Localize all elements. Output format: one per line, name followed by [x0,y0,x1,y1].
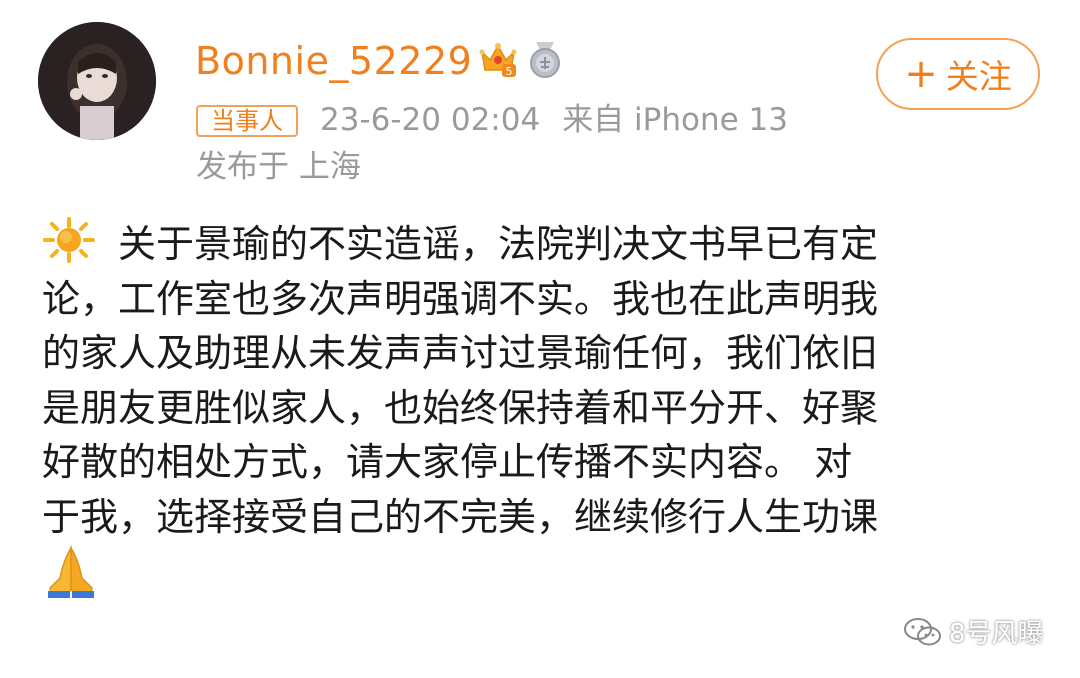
watermark-text: 8号风曝 [949,619,1044,649]
pray-icon [48,545,94,598]
follow-button[interactable]: + 关注 [876,38,1040,110]
sun-icon [43,217,95,263]
post-line: 于我，选择接受自己的不完美，继续修行人生功课 [42,490,1042,545]
post-line: 论，工作室也多次声明强调不实。我也在此声明我 [42,272,1042,327]
post-text-line: 于我，选择接受自己的不完美，继续修行人生功课 [42,494,879,539]
post-text-line: 好散的相处方式，请大家停止传播不实内容。 对 [42,440,853,484]
post-location: 发布于 上海 [196,149,361,185]
avatar[interactable] [38,22,156,140]
watermark: 8号风曝 [903,613,1044,650]
wechat-icon [904,617,941,645]
post-line: 关于景瑜的不实造谣，法院判决文书早已有定 [42,217,1042,272]
post-text-line: 的家人及助理从未发声声讨过景瑜任何，我们依旧 [42,331,879,375]
crown-icon: 5 [479,43,517,78]
plus-icon: + [904,51,938,97]
post-text-line: 论，工作室也多次声明强调不实。我也在此声明我 [42,276,879,321]
timestamp: 23-6-20 02:04 [320,102,541,138]
post-line [42,544,1042,599]
post-text-line: 关于景瑜的不实造谣，法院判决文书早已有定 [118,222,879,266]
follow-button-label: 关注 [945,57,1012,96]
source-device: 来自 iPhone 13 [562,102,788,138]
crown-badge-level: 5 [506,65,513,78]
post-line: 好散的相处方式，请大家停止传播不实内容。 对 [42,435,1042,490]
post-body: 关于景瑜的不实造谣，法院判决文书早已有定 论，工作室也多次声明强调不实。我也在此… [42,217,1042,599]
party-tag: 当事人 [196,105,298,137]
post-line: 的家人及助理从未发声声讨过景瑜任何，我们依旧 [42,326,1042,381]
medal-icon [530,42,560,78]
avatar-image [38,22,156,140]
post-meta: 23-6-20 02:04 来自 iPhone 13 [320,100,788,140]
post-text-line: 是朋友更胜似家人，也始终保持着和平分开、好聚 [42,385,879,430]
username[interactable]: Bonnie_52229 [195,36,472,86]
post-line: 是朋友更胜似家人，也始终保持着和平分开、好聚 [42,381,1042,436]
